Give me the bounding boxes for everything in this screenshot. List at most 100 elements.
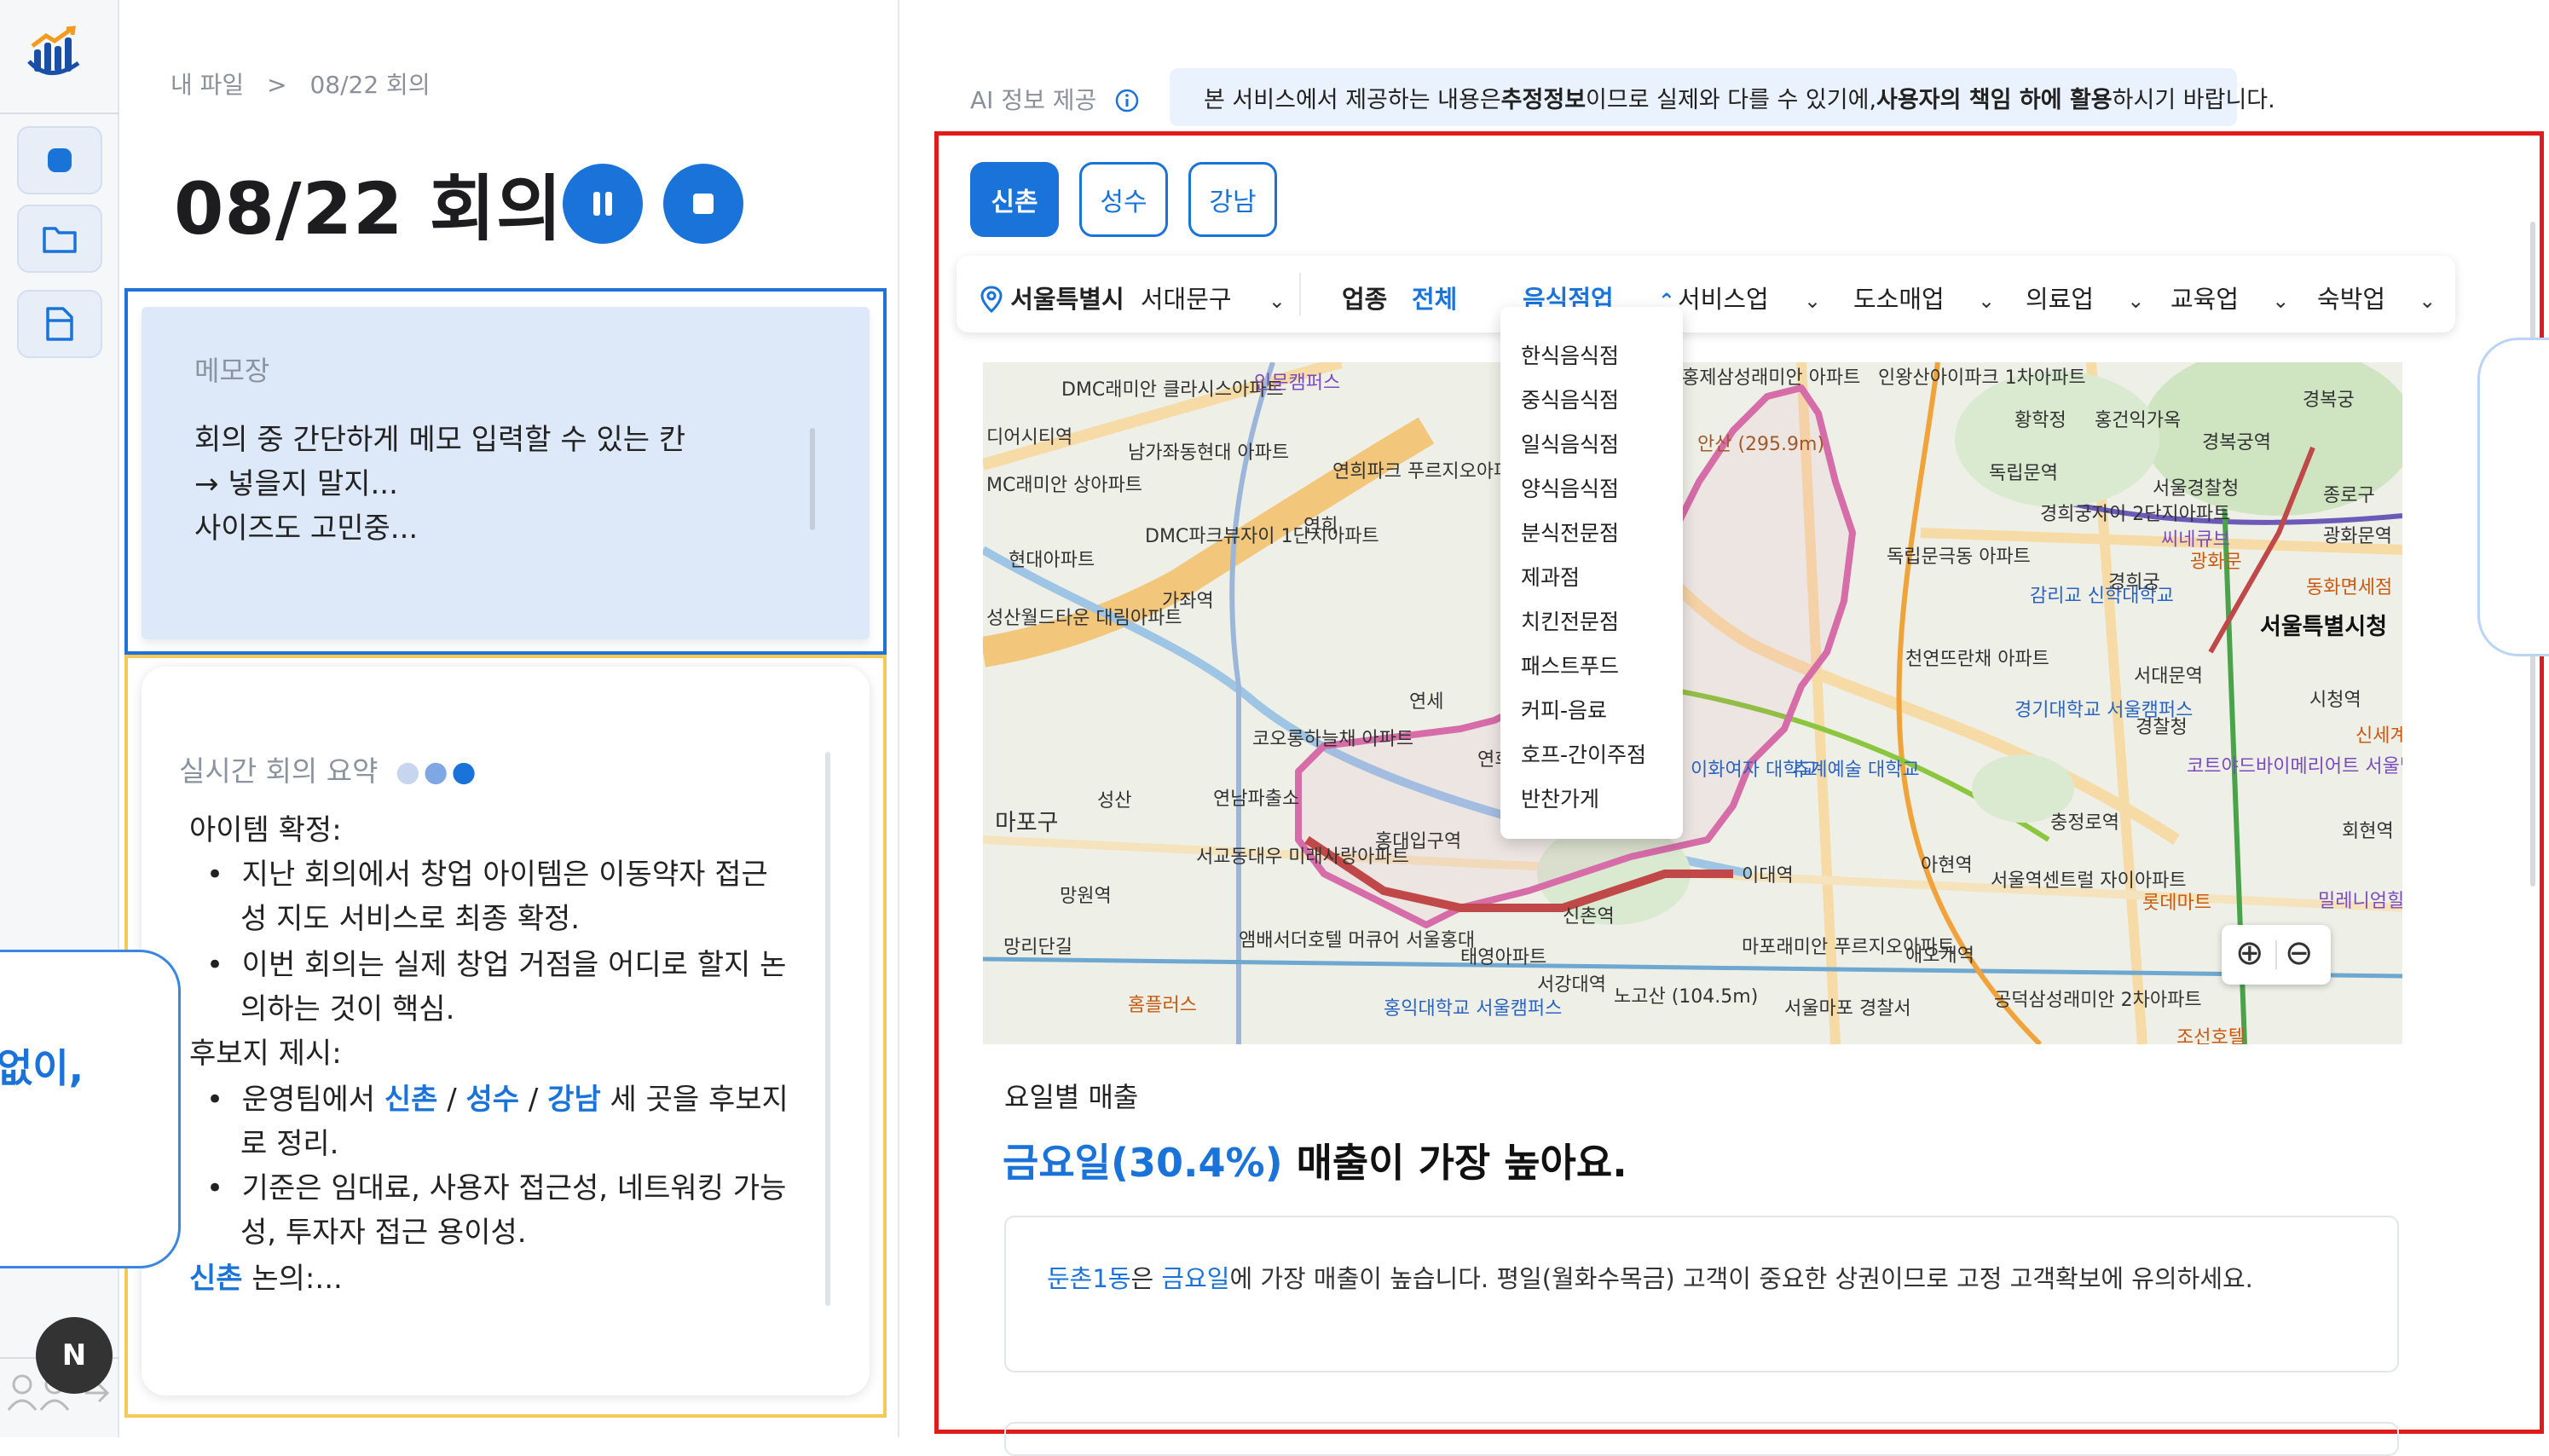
breadcrumb-root[interactable]: 내 파일 — [171, 71, 244, 99]
map-label: 회현역 — [2342, 821, 2394, 842]
memo-line: 회의 중 간단하게 메모 입력할 수 있는 칸 — [194, 423, 686, 457]
dropdown-option[interactable]: 일식음식점 — [1521, 428, 1619, 459]
map-label: 신세계백화 본점 — [2355, 725, 2402, 747]
tab-gangnam[interactable]: 강남 — [1188, 162, 1277, 237]
map-label: 앰배서더호텔 머큐어 서울홍대 — [1239, 930, 1476, 951]
map-label: 인왕산아이파크 1차아파트 — [1878, 367, 2086, 389]
folder-nav-button[interactable] — [17, 205, 102, 273]
record-nav-button[interactable] — [17, 126, 102, 194]
map-label: 남가좌동현대 아파트 — [1128, 442, 1290, 464]
record-dot-icon — [48, 148, 72, 172]
insight-day: 금요일 — [1161, 1264, 1230, 1293]
map-label: 홍건익가옥 — [2095, 410, 2182, 431]
category-label: 도소매업 — [1853, 285, 1945, 314]
avatar-letter: N — [61, 1338, 87, 1372]
category-service-select[interactable]: 서비스업 ⌄ — [1678, 280, 1821, 315]
summary-bullet: • 지난 회의에서 창업 아이템은 이동약자 접근 — [206, 858, 768, 892]
zoom-out-icon[interactable]: ⊖ — [2285, 933, 2314, 973]
sales-by-day-heading: 요일별 매출 — [1004, 1081, 1139, 1113]
sales-by-day-headline: 금요일(30.4%) 매출이 가장 높아요. — [1003, 1132, 1627, 1188]
banner-text: 이므로 실제와 다를 수 있기에, — [1586, 86, 1877, 113]
app-logo-icon[interactable] — [24, 24, 84, 84]
map-view[interactable]: DMC래미안 클라시스아파트 남가좌동현대 아파트 연희파크 푸르지오아파트 D… — [983, 362, 2402, 1044]
map-label: 경희궁자이 2단지아파트 — [2040, 504, 2231, 525]
category-lodging-select[interactable]: 숙박업 ⌄ — [2317, 280, 2436, 315]
dropdown-option[interactable]: 호프-간이주점 — [1521, 738, 1646, 769]
map-label: 천연뜨란채 아파트 — [1905, 649, 2049, 670]
summary-text: 의하는 것이 핵심. — [240, 992, 455, 1026]
side-drawer-tab[interactable] — [2477, 338, 2549, 656]
map-label: 경희궁 — [2108, 572, 2160, 593]
rail-divider — [0, 113, 119, 114]
overlay-tooltip: 없이, — [0, 950, 181, 1268]
dropdown-option[interactable]: 중식음식점 — [1521, 384, 1619, 414]
summary-scrollbar[interactable] — [825, 752, 830, 1306]
dropdown-option[interactable]: 제과점 — [1521, 561, 1580, 592]
map-label: 밀레니엄힐튼 서울 — [2318, 891, 2402, 912]
keyword-seongsu[interactable]: 성수 — [466, 1083, 520, 1117]
map-label: MC래미안 상아파트 — [986, 475, 1143, 496]
chevron-down-icon: ⌄ — [2419, 289, 2436, 313]
map-label: 마포구 — [995, 810, 1059, 836]
memo-scrollbar[interactable] — [810, 428, 815, 530]
map-label: 공덕삼성래미안 2차아파트 — [1994, 990, 2202, 1011]
insight-area: 둔촌1동 — [1047, 1264, 1131, 1293]
map-label: 연희 — [1303, 516, 1338, 537]
dropdown-option[interactable]: 한식음식점 — [1521, 339, 1619, 370]
map-label: 연희파크 푸르지오아파트 — [1332, 461, 1529, 482]
tooltip-text: 없이, — [0, 1045, 84, 1091]
category-label: 교육업 — [2170, 285, 2240, 314]
map-label: 시청역 — [2309, 690, 2361, 711]
map-label: 씨네큐브 — [2161, 529, 2230, 551]
insight-text: 에 가장 매출이 높습니다. 평일(월화수목금) 고객이 중요한 상권이므로 고… — [1229, 1264, 2253, 1293]
dropdown-option[interactable]: 치킨전문점 — [1521, 605, 1619, 636]
sales-insight-card: 둔촌1동은 금요일에 가장 매출이 높습니다. 평일(월화수목금) 고객이 중요… — [1004, 1216, 2399, 1372]
summary-bullet: • 기준은 임대료, 사용자 접근성, 네트워킹 가능 — [206, 1171, 787, 1205]
dropdown-option[interactable]: 분식전문점 — [1521, 517, 1619, 547]
pause-button[interactable] — [563, 164, 643, 244]
summary-section-title: 후보지 제시: — [189, 1037, 342, 1071]
summary-text: 지난 회의에서 창업 아이템은 이동약자 접근 — [241, 858, 768, 892]
dropdown-option[interactable]: 양식음식점 — [1521, 472, 1619, 503]
map-label: 서울마포 경찰서 — [1784, 998, 1911, 1020]
summary-text: 세 곳을 후보지 — [600, 1083, 789, 1117]
dropdown-option[interactable]: 패스트푸드 — [1521, 650, 1619, 680]
category-education-select[interactable]: 교육업 ⌄ — [2170, 280, 2289, 315]
sales-insight-text: 둔촌1동은 금요일에 가장 매출이 높습니다. 평일(월화수목금) 고객이 중요… — [1047, 1257, 2360, 1301]
chevron-down-icon: ⌄ — [2127, 289, 2145, 313]
memo-heading: 메모장 — [194, 355, 270, 387]
category-medical-select[interactable]: 의료업 ⌄ — [2026, 280, 2144, 315]
chevron-down-icon: ⌄ — [1268, 289, 1286, 313]
industry-all-option[interactable]: 전체 — [1412, 280, 1457, 315]
map-label: 신촌역 — [1563, 906, 1615, 927]
dropdown-option[interactable]: 커피-음료 — [1521, 694, 1607, 725]
region-select[interactable]: 서울특별시 서대문구 ⌄ — [980, 280, 1286, 315]
map-label: 황학정 — [2014, 410, 2066, 431]
map-label: 디어시티역 — [986, 427, 1073, 448]
page-title: 08/22 회의 — [174, 167, 564, 251]
document-nav-button[interactable] — [17, 290, 102, 358]
tab-sinchon[interactable]: 신촌 — [970, 162, 1059, 237]
folder-icon — [43, 227, 77, 253]
tab-seongsu[interactable]: 성수 — [1079, 162, 1168, 237]
dropdown-option[interactable]: 반찬가게 — [1521, 783, 1599, 813]
memo-pad[interactable]: 메모장 회의 중 간단하게 메모 입력할 수 있는 칸 → 넣을지 말지... … — [142, 307, 870, 639]
map-label: 아현역 — [1921, 855, 1973, 876]
map-label: 추계예술 대학교 — [1793, 760, 1920, 781]
keyword-sinchon[interactable]: 신촌 — [189, 1262, 243, 1296]
category-retail-select[interactable]: 도소매업 ⌄ — [1853, 280, 1995, 315]
document-icon — [46, 307, 73, 341]
info-icon[interactable] — [1114, 88, 1140, 113]
keyword-sinchon[interactable]: 신촌 — [384, 1083, 438, 1117]
banner-text-bold: 사용자의 책임 하에 활용 — [1876, 86, 2113, 113]
map-label: 홈플러스 — [1128, 995, 1197, 1016]
summary-text: 로 정리. — [240, 1127, 339, 1161]
zoom-in-icon[interactable]: ⊕ — [2235, 933, 2264, 973]
user-avatar[interactable]: N — [36, 1317, 113, 1394]
keyword-gangnam[interactable]: 강남 — [547, 1083, 601, 1117]
stop-button[interactable] — [663, 164, 743, 244]
banner-text-bold: 추정정보 — [1500, 86, 1587, 113]
map-label: 홍제삼성래미안 아파트 — [1682, 367, 1861, 389]
map-label: 조선호텔 — [2176, 1027, 2246, 1044]
map-label: 서대문역 — [2134, 666, 2203, 687]
